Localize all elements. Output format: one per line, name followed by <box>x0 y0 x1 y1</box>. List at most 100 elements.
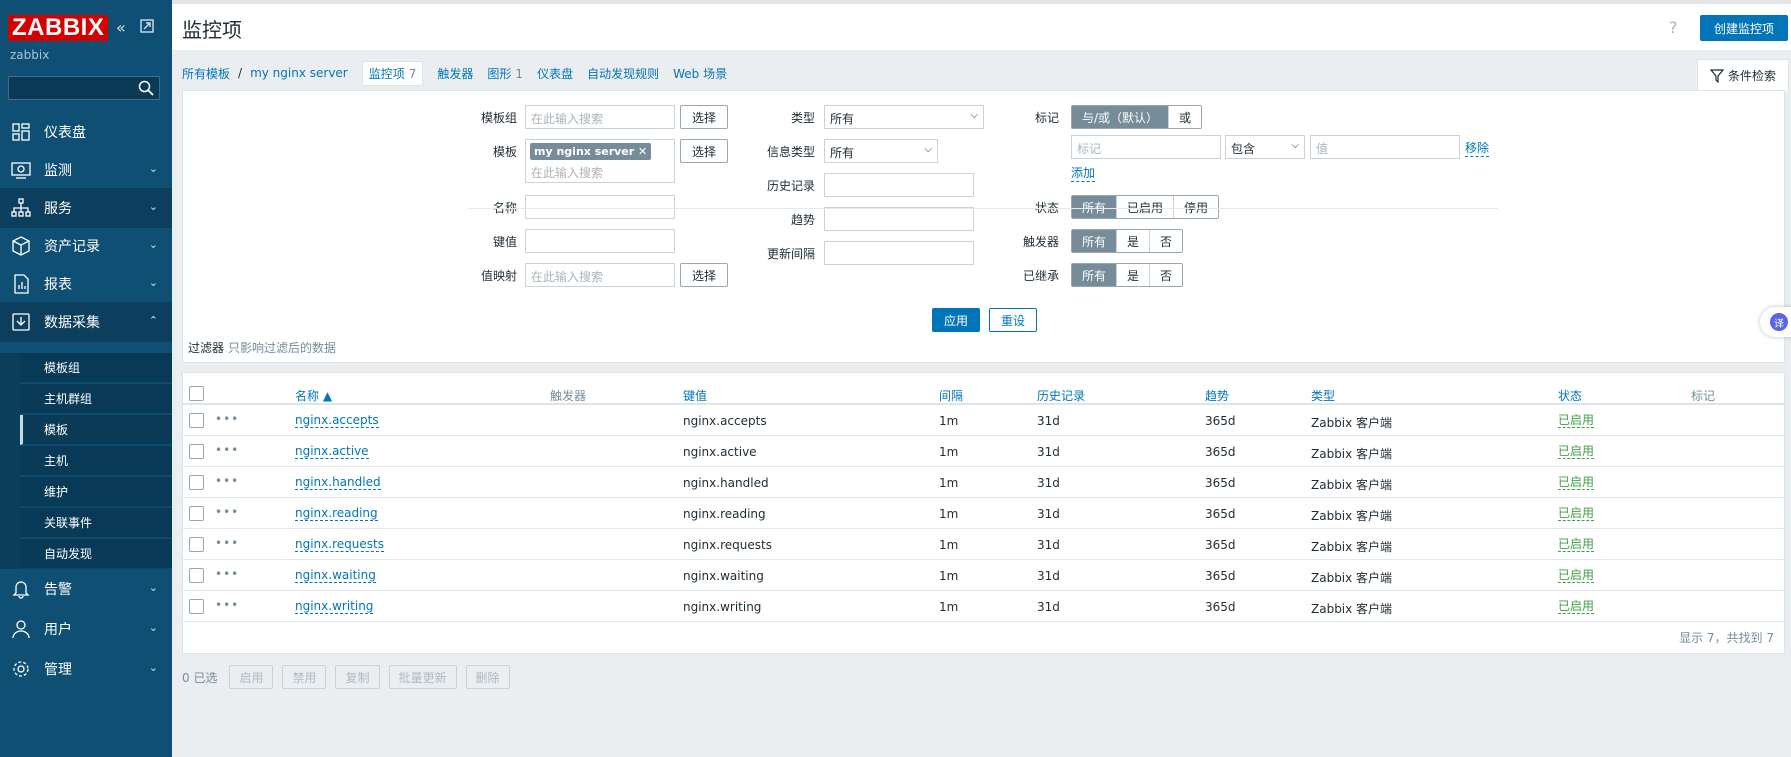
item-status-link[interactable]: 已启用 <box>1558 476 1595 490</box>
more-options-icon[interactable]: ••• <box>215 505 239 519</box>
tag-and-or-option[interactable]: 与/或（默认） <box>1072 106 1170 128</box>
nav-users[interactable]: 用户 ⌄ <box>0 609 172 649</box>
nav-services[interactable]: 服务 ⌄ <box>0 188 172 228</box>
collapse-sidebar-icon[interactable]: « <box>116 18 126 37</box>
more-options-icon[interactable]: ••• <box>215 536 239 550</box>
tab-dashboards[interactable]: 仪表盘 <box>537 65 573 82</box>
reset-button[interactable]: 重设 <box>989 308 1037 332</box>
row-checkbox[interactable] <box>189 413 204 428</box>
tab-graphs[interactable]: 图形 1 <box>487 65 523 82</box>
tag-add-link[interactable]: 添加 <box>1071 164 1096 182</box>
subnav-discovery[interactable]: 自动发现 <box>20 539 172 569</box>
name-input[interactable] <box>525 195 675 219</box>
mass-update-button[interactable]: 批量更新 <box>388 665 457 689</box>
key-input[interactable] <box>525 229 675 253</box>
column-trends[interactable]: 趋势 <box>1205 387 1229 404</box>
nav-dashboard[interactable]: 仪表盘 <box>0 112 172 152</box>
item-name-link[interactable]: nginx.accepts <box>295 414 379 428</box>
more-options-icon[interactable]: ••• <box>215 443 239 457</box>
nav-inventory[interactable]: 资产记录 ⌄ <box>0 226 172 266</box>
state-toggle[interactable]: 所有 已启用 停用 <box>1071 195 1220 219</box>
templates-select-button[interactable]: 选择 <box>680 139 728 163</box>
state-enabled-option[interactable]: 已启用 <box>1117 196 1175 218</box>
delete-button[interactable]: 删除 <box>465 665 510 689</box>
nav-reports[interactable]: 报表 ⌄ <box>0 264 172 304</box>
inherited-all-option[interactable]: 所有 <box>1072 264 1118 286</box>
history-input[interactable] <box>824 173 974 197</box>
column-key[interactable]: 键值 <box>683 387 707 404</box>
templates-multiselect[interactable]: my nginx server ✕ 在此输入搜索 <box>525 139 675 183</box>
triggers-all-option[interactable]: 所有 <box>1072 230 1118 252</box>
item-name-link[interactable]: nginx.requests <box>295 538 384 552</box>
item-name-link[interactable]: nginx.waiting <box>295 569 376 583</box>
more-options-icon[interactable]: ••• <box>215 598 239 612</box>
breadcrumb-template[interactable]: my nginx server <box>250 66 348 80</box>
nav-data-collection[interactable]: 数据采集 ⌃ <box>0 302 172 342</box>
template-groups-input[interactable]: 在此输入搜索 <box>525 105 675 129</box>
zabbix-logo[interactable]: ZABBIX <box>8 15 109 41</box>
triggers-toggle[interactable]: 所有 是 否 <box>1071 229 1184 253</box>
item-name-link[interactable]: nginx.handled <box>295 476 381 490</box>
column-history[interactable]: 历史记录 <box>1037 387 1085 404</box>
breadcrumb-all-templates[interactable]: 所有模板 <box>182 65 230 82</box>
column-name[interactable]: 名称 ▲ <box>295 387 332 404</box>
update-interval-input[interactable] <box>824 241 974 265</box>
tag-value-input[interactable]: 值 <box>1310 135 1460 159</box>
item-status-link[interactable]: 已启用 <box>1558 507 1595 521</box>
column-interval[interactable]: 间隔 <box>939 387 963 404</box>
subnav-host-groups[interactable]: 主机群组 <box>20 384 172 414</box>
subnav-templates[interactable]: 模板 <box>20 415 172 445</box>
nav-alerts[interactable]: 告警 ⌄ <box>0 569 172 609</box>
create-item-button[interactable]: 创建监控项 <box>1700 15 1788 41</box>
select-all-checkbox[interactable] <box>189 386 204 401</box>
item-name-link[interactable]: nginx.active <box>295 445 369 459</box>
tag-evaltype-toggle[interactable]: 与/或（默认） 或 <box>1071 105 1203 129</box>
subnav-hosts[interactable]: 主机 <box>20 446 172 476</box>
item-status-link[interactable]: 已启用 <box>1558 414 1595 428</box>
row-checkbox[interactable] <box>189 568 204 583</box>
value-map-input[interactable]: 在此输入搜索 <box>525 263 675 287</box>
subnav-maintenance[interactable]: 维护 <box>20 477 172 507</box>
type-select[interactable]: 所有 ⌵ <box>824 105 984 129</box>
state-disabled-option[interactable]: 停用 <box>1174 196 1219 218</box>
nav-monitoring[interactable]: 监测 ⌄ <box>0 150 172 190</box>
template-groups-select-button[interactable]: 选择 <box>680 105 728 129</box>
column-status[interactable]: 状态 <box>1558 387 1582 404</box>
tab-discovery-rules[interactable]: 自动发现规则 <box>587 65 659 82</box>
enable-button[interactable]: 启用 <box>229 665 274 689</box>
tag-or-option[interactable]: 或 <box>1169 106 1202 128</box>
item-status-link[interactable]: 已启用 <box>1558 445 1595 459</box>
tab-triggers[interactable]: 触发器 <box>437 65 473 82</box>
item-status-link[interactable]: 已启用 <box>1558 538 1595 552</box>
disable-button[interactable]: 禁用 <box>282 665 327 689</box>
item-name-link[interactable]: nginx.writing <box>295 600 374 614</box>
more-options-icon[interactable]: ••• <box>215 567 239 581</box>
more-options-icon[interactable]: ••• <box>215 474 239 488</box>
apply-button[interactable]: 应用 <box>932 308 980 332</box>
filter-tab[interactable]: 条件检索 <box>1697 59 1789 91</box>
column-type[interactable]: 类型 <box>1311 387 1335 404</box>
translate-widget[interactable]: 译 <box>1760 307 1791 337</box>
row-checkbox[interactable] <box>189 506 204 521</box>
kiosk-mode-icon[interactable] <box>140 18 154 37</box>
state-all-option[interactable]: 所有 <box>1072 196 1118 218</box>
help-icon[interactable]: ? <box>1669 18 1678 37</box>
inherited-yes-option[interactable]: 是 <box>1117 264 1151 286</box>
tab-items[interactable]: 监控项 7 <box>361 60 424 86</box>
row-checkbox[interactable] <box>189 475 204 490</box>
item-status-link[interactable]: 已启用 <box>1558 600 1595 614</box>
copy-button[interactable]: 复制 <box>335 665 380 689</box>
template-chip[interactable]: my nginx server ✕ <box>530 143 652 160</box>
tag-remove-link[interactable]: 移除 <box>1465 139 1490 157</box>
inherited-no-option[interactable]: 否 <box>1150 264 1183 286</box>
row-checkbox[interactable] <box>189 599 204 614</box>
inherited-toggle[interactable]: 所有 是 否 <box>1071 263 1184 287</box>
triggers-yes-option[interactable]: 是 <box>1117 230 1151 252</box>
row-checkbox[interactable] <box>189 537 204 552</box>
item-status-link[interactable]: 已启用 <box>1558 569 1595 583</box>
item-name-link[interactable]: nginx.reading <box>295 507 378 521</box>
search-icon[interactable] <box>137 79 155 97</box>
tag-name-input[interactable]: 标记 <box>1071 135 1221 159</box>
triggers-no-option[interactable]: 否 <box>1150 230 1183 252</box>
tag-operator-select[interactable]: 包含 ⌵ <box>1225 135 1305 159</box>
